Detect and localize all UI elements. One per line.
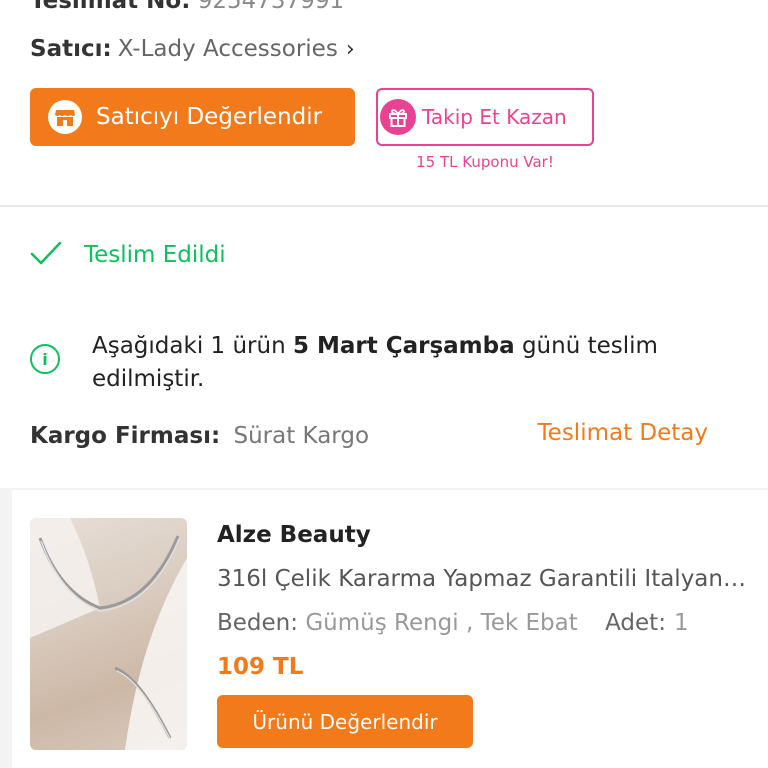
coupon-note: 15 TL Kuponu Var! <box>416 153 554 171</box>
chevron-right-icon: › <box>345 36 355 62</box>
check-icon <box>30 240 62 270</box>
cargo-label: Kargo Firması: <box>30 423 221 449</box>
product-variant: Beden: Gümüş Rengi , Tek Ebat Adet: 1 <box>217 610 689 636</box>
delivery-info-text: Aşağıdaki 1 ürün 5 Mart Çarşamba günü te… <box>92 330 712 396</box>
delivery-status-text: Teslim Edildi <box>84 242 226 268</box>
follow-seller-label: Takip Et Kazan <box>422 105 567 129</box>
delivery-status: Teslim Edildi <box>30 240 226 270</box>
gift-icon <box>380 99 416 135</box>
seller-label: Satıcı: <box>30 36 112 62</box>
info-text-prefix: Aşağıdaki 1 ürün <box>92 333 293 359</box>
variant-value: Gümüş Rengi , Tek Ebat <box>305 610 578 636</box>
follow-seller-button[interactable]: Takip Et Kazan <box>376 88 594 146</box>
product-title[interactable]: 316l Çelik Kararma Yapmaz Garantili Ital… <box>217 566 747 592</box>
cargo-company: Kargo Firması: Sürat Kargo <box>30 423 369 449</box>
cargo-value: Sürat Kargo <box>233 423 370 449</box>
delivery-detail-link[interactable]: Teslimat Detay <box>538 420 708 446</box>
seller-name: X-Lady Accessories <box>117 36 338 62</box>
rate-seller-button[interactable]: Satıcıyı Değerlendir <box>30 88 355 146</box>
rate-seller-label: Satıcıyı Değerlendir <box>96 104 323 130</box>
product-price: 109 TL <box>217 654 304 680</box>
section-divider <box>0 205 768 207</box>
store-icon <box>48 100 82 134</box>
quantity-label: Adet: <box>605 610 666 636</box>
variant-label: Beden: <box>217 610 299 636</box>
product-image[interactable] <box>30 518 187 750</box>
seller-link[interactable]: Satıcı: X-Lady Accessories › <box>30 36 355 62</box>
delivery-number-label: Teslimat No: <box>30 0 191 14</box>
product-brand: Alze Beauty <box>217 522 371 548</box>
delivery-number-value: 9254737991 <box>197 0 345 14</box>
rate-product-button[interactable]: Ürünü Değerlendir <box>217 695 473 748</box>
order-header-section: Teslimat No: 9254737991 Satıcı: X-Lady A… <box>0 0 768 205</box>
info-icon: i <box>30 344 60 374</box>
product-card[interactable]: Alze Beauty 316l Çelik Kararma Yapmaz Ga… <box>12 490 768 768</box>
delivery-number: Teslimat No: 9254737991 <box>30 0 344 14</box>
delivery-date: 5 Mart Çarşamba <box>292 333 515 359</box>
quantity-value: 1 <box>673 610 689 636</box>
